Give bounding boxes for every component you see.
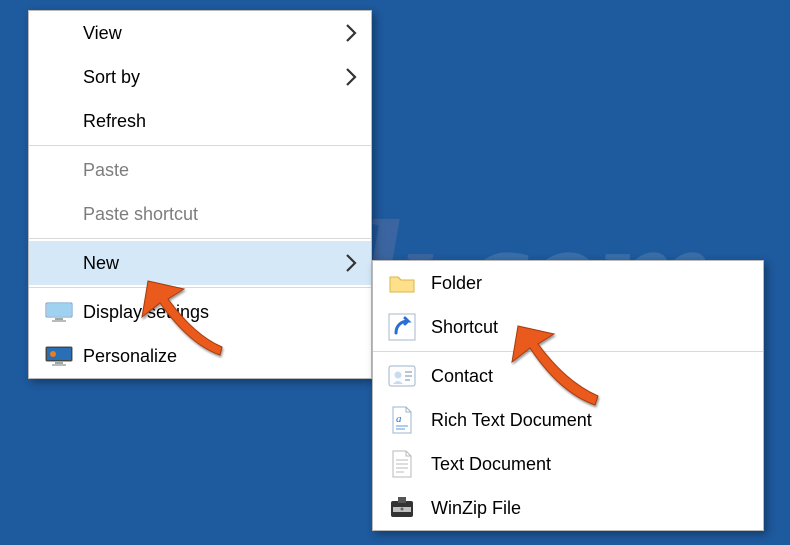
menu-separator [29, 287, 371, 288]
submenu-item-shortcut[interactable]: Shortcut [373, 305, 763, 349]
rtf-icon: a [387, 405, 417, 435]
menu-item-label: WinZip File [431, 498, 521, 519]
menu-item-display-settings[interactable]: Display settings [29, 290, 371, 334]
menu-item-label: Contact [431, 366, 493, 387]
menu-item-label: New [83, 253, 119, 274]
menu-item-paste: Paste [29, 148, 371, 192]
desktop-context-menu: View Sort by Refresh Paste Paste shortcu… [28, 10, 372, 379]
folder-icon [387, 268, 417, 298]
menu-item-label: Refresh [83, 111, 146, 132]
menu-item-label: View [83, 23, 122, 44]
menu-item-personalize[interactable]: Personalize [29, 334, 371, 378]
menu-item-label: Display settings [83, 302, 209, 323]
menu-item-label: Sort by [83, 67, 140, 88]
menu-separator [373, 351, 763, 352]
chevron-right-icon [345, 253, 357, 273]
menu-item-label: Shortcut [431, 317, 498, 338]
monitor-icon [45, 301, 73, 323]
menu-item-sort-by[interactable]: Sort by [29, 55, 371, 99]
submenu-item-text[interactable]: Text Document [373, 442, 763, 486]
svg-text:a: a [396, 413, 402, 425]
chevron-right-icon [345, 23, 357, 43]
menu-item-new[interactable]: New [29, 241, 371, 285]
new-submenu: Folder Shortcut Contact [372, 260, 764, 531]
menu-item-view[interactable]: View [29, 11, 371, 55]
submenu-item-folder[interactable]: Folder [373, 261, 763, 305]
text-icon [387, 449, 417, 479]
contact-icon [387, 361, 417, 391]
menu-item-label: Text Document [431, 454, 551, 475]
menu-item-label: Paste [83, 160, 129, 181]
menu-item-label: Personalize [83, 346, 177, 367]
menu-item-label: Paste shortcut [83, 204, 198, 225]
menu-item-paste-shortcut: Paste shortcut [29, 192, 371, 236]
personalize-icon [45, 345, 73, 367]
menu-separator [29, 145, 371, 146]
submenu-item-contact[interactable]: Contact [373, 354, 763, 398]
shortcut-icon [387, 312, 417, 342]
menu-item-label: Folder [431, 273, 482, 294]
winzip-icon [387, 493, 417, 523]
menu-separator [29, 238, 371, 239]
submenu-item-rtf[interactable]: a Rich Text Document [373, 398, 763, 442]
menu-item-label: Rich Text Document [431, 410, 592, 431]
chevron-right-icon [345, 67, 357, 87]
menu-item-refresh[interactable]: Refresh [29, 99, 371, 143]
submenu-item-winzip[interactable]: WinZip File [373, 486, 763, 530]
